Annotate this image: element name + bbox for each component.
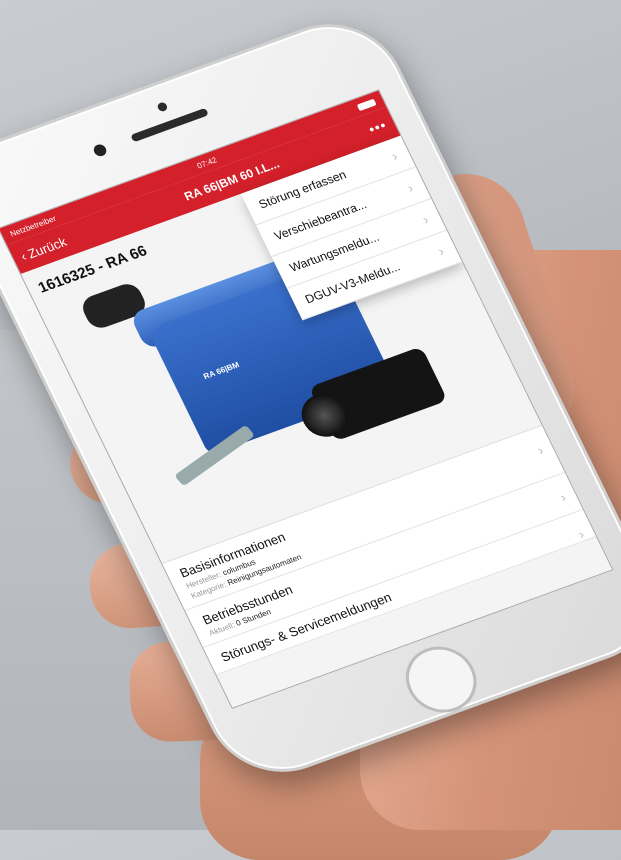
back-label: Zurück — [24, 233, 69, 261]
battery-icon — [356, 98, 377, 111]
speaker-grille — [130, 107, 209, 143]
front-camera — [91, 142, 109, 158]
phone-wrap: Netzbetreiber 07:42 ‹ Zurück RA 66|BM 60… — [0, 0, 621, 830]
more-menu-button[interactable]: ••• — [354, 117, 390, 142]
chevron-right-icon: › — [404, 179, 416, 196]
app-screen: Netzbetreiber 07:42 ‹ Zurück RA 66|BM 60… — [0, 89, 614, 709]
chevron-right-icon: › — [388, 147, 401, 164]
phone: Netzbetreiber 07:42 ‹ Zurück RA 66|BM 60… — [0, 4, 621, 792]
camera-dot — [156, 101, 169, 113]
chevron-right-icon: › — [419, 211, 432, 228]
home-button[interactable] — [394, 637, 489, 722]
clock: 07:42 — [195, 155, 219, 171]
chevron-right-icon: › — [435, 242, 447, 259]
